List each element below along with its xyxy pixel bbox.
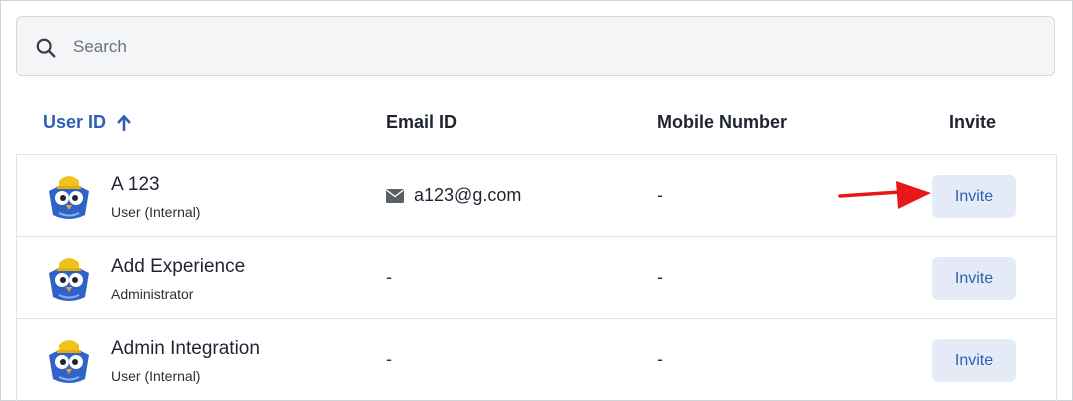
email-value: a123@g.com xyxy=(414,185,522,205)
invite-column-header: Invite xyxy=(949,112,997,132)
invite-button[interactable]: Invite xyxy=(932,339,1016,382)
red-arrow-annotation xyxy=(838,181,931,209)
email-value: - xyxy=(386,267,392,287)
owl-avatar-icon xyxy=(49,176,89,219)
mobile-value: - xyxy=(657,349,663,369)
table-header: User ID Email ID Mobile Number Invite xyxy=(16,110,1057,138)
search-input[interactable] xyxy=(71,17,1035,77)
mobile-value: - xyxy=(657,185,663,205)
search-bar[interactable] xyxy=(16,16,1055,77)
table-row[interactable]: Add Experience Administrator - - Invite xyxy=(16,237,1057,319)
user-name: Admin Integration xyxy=(111,338,260,359)
user-name: A 123 xyxy=(111,174,160,195)
user-role: User (Internal) xyxy=(111,368,201,384)
invite-button[interactable]: Invite xyxy=(932,257,1016,300)
mobile-value: - xyxy=(657,267,663,287)
search-icon xyxy=(36,38,56,58)
owl-avatar-icon xyxy=(49,258,89,301)
user-role: Administrator xyxy=(111,286,194,302)
user-name: Add Experience xyxy=(111,256,246,277)
user-id-header-label: User ID xyxy=(43,112,107,132)
mail-icon xyxy=(386,188,404,203)
email-cell: a123@g.com xyxy=(386,185,521,206)
email-column-header: Email ID xyxy=(386,112,458,132)
mobile-column-header: Mobile Number xyxy=(657,112,788,132)
table-row[interactable]: Admin Integration User (Internal) - - In… xyxy=(16,319,1057,401)
user-role: User (Internal) xyxy=(111,204,201,220)
owl-avatar-icon xyxy=(49,340,89,383)
email-value: - xyxy=(386,349,392,369)
invite-button[interactable]: Invite xyxy=(932,175,1016,218)
sort-up-arrow-icon xyxy=(117,114,131,131)
user-id-column-header[interactable]: User ID xyxy=(43,112,132,133)
